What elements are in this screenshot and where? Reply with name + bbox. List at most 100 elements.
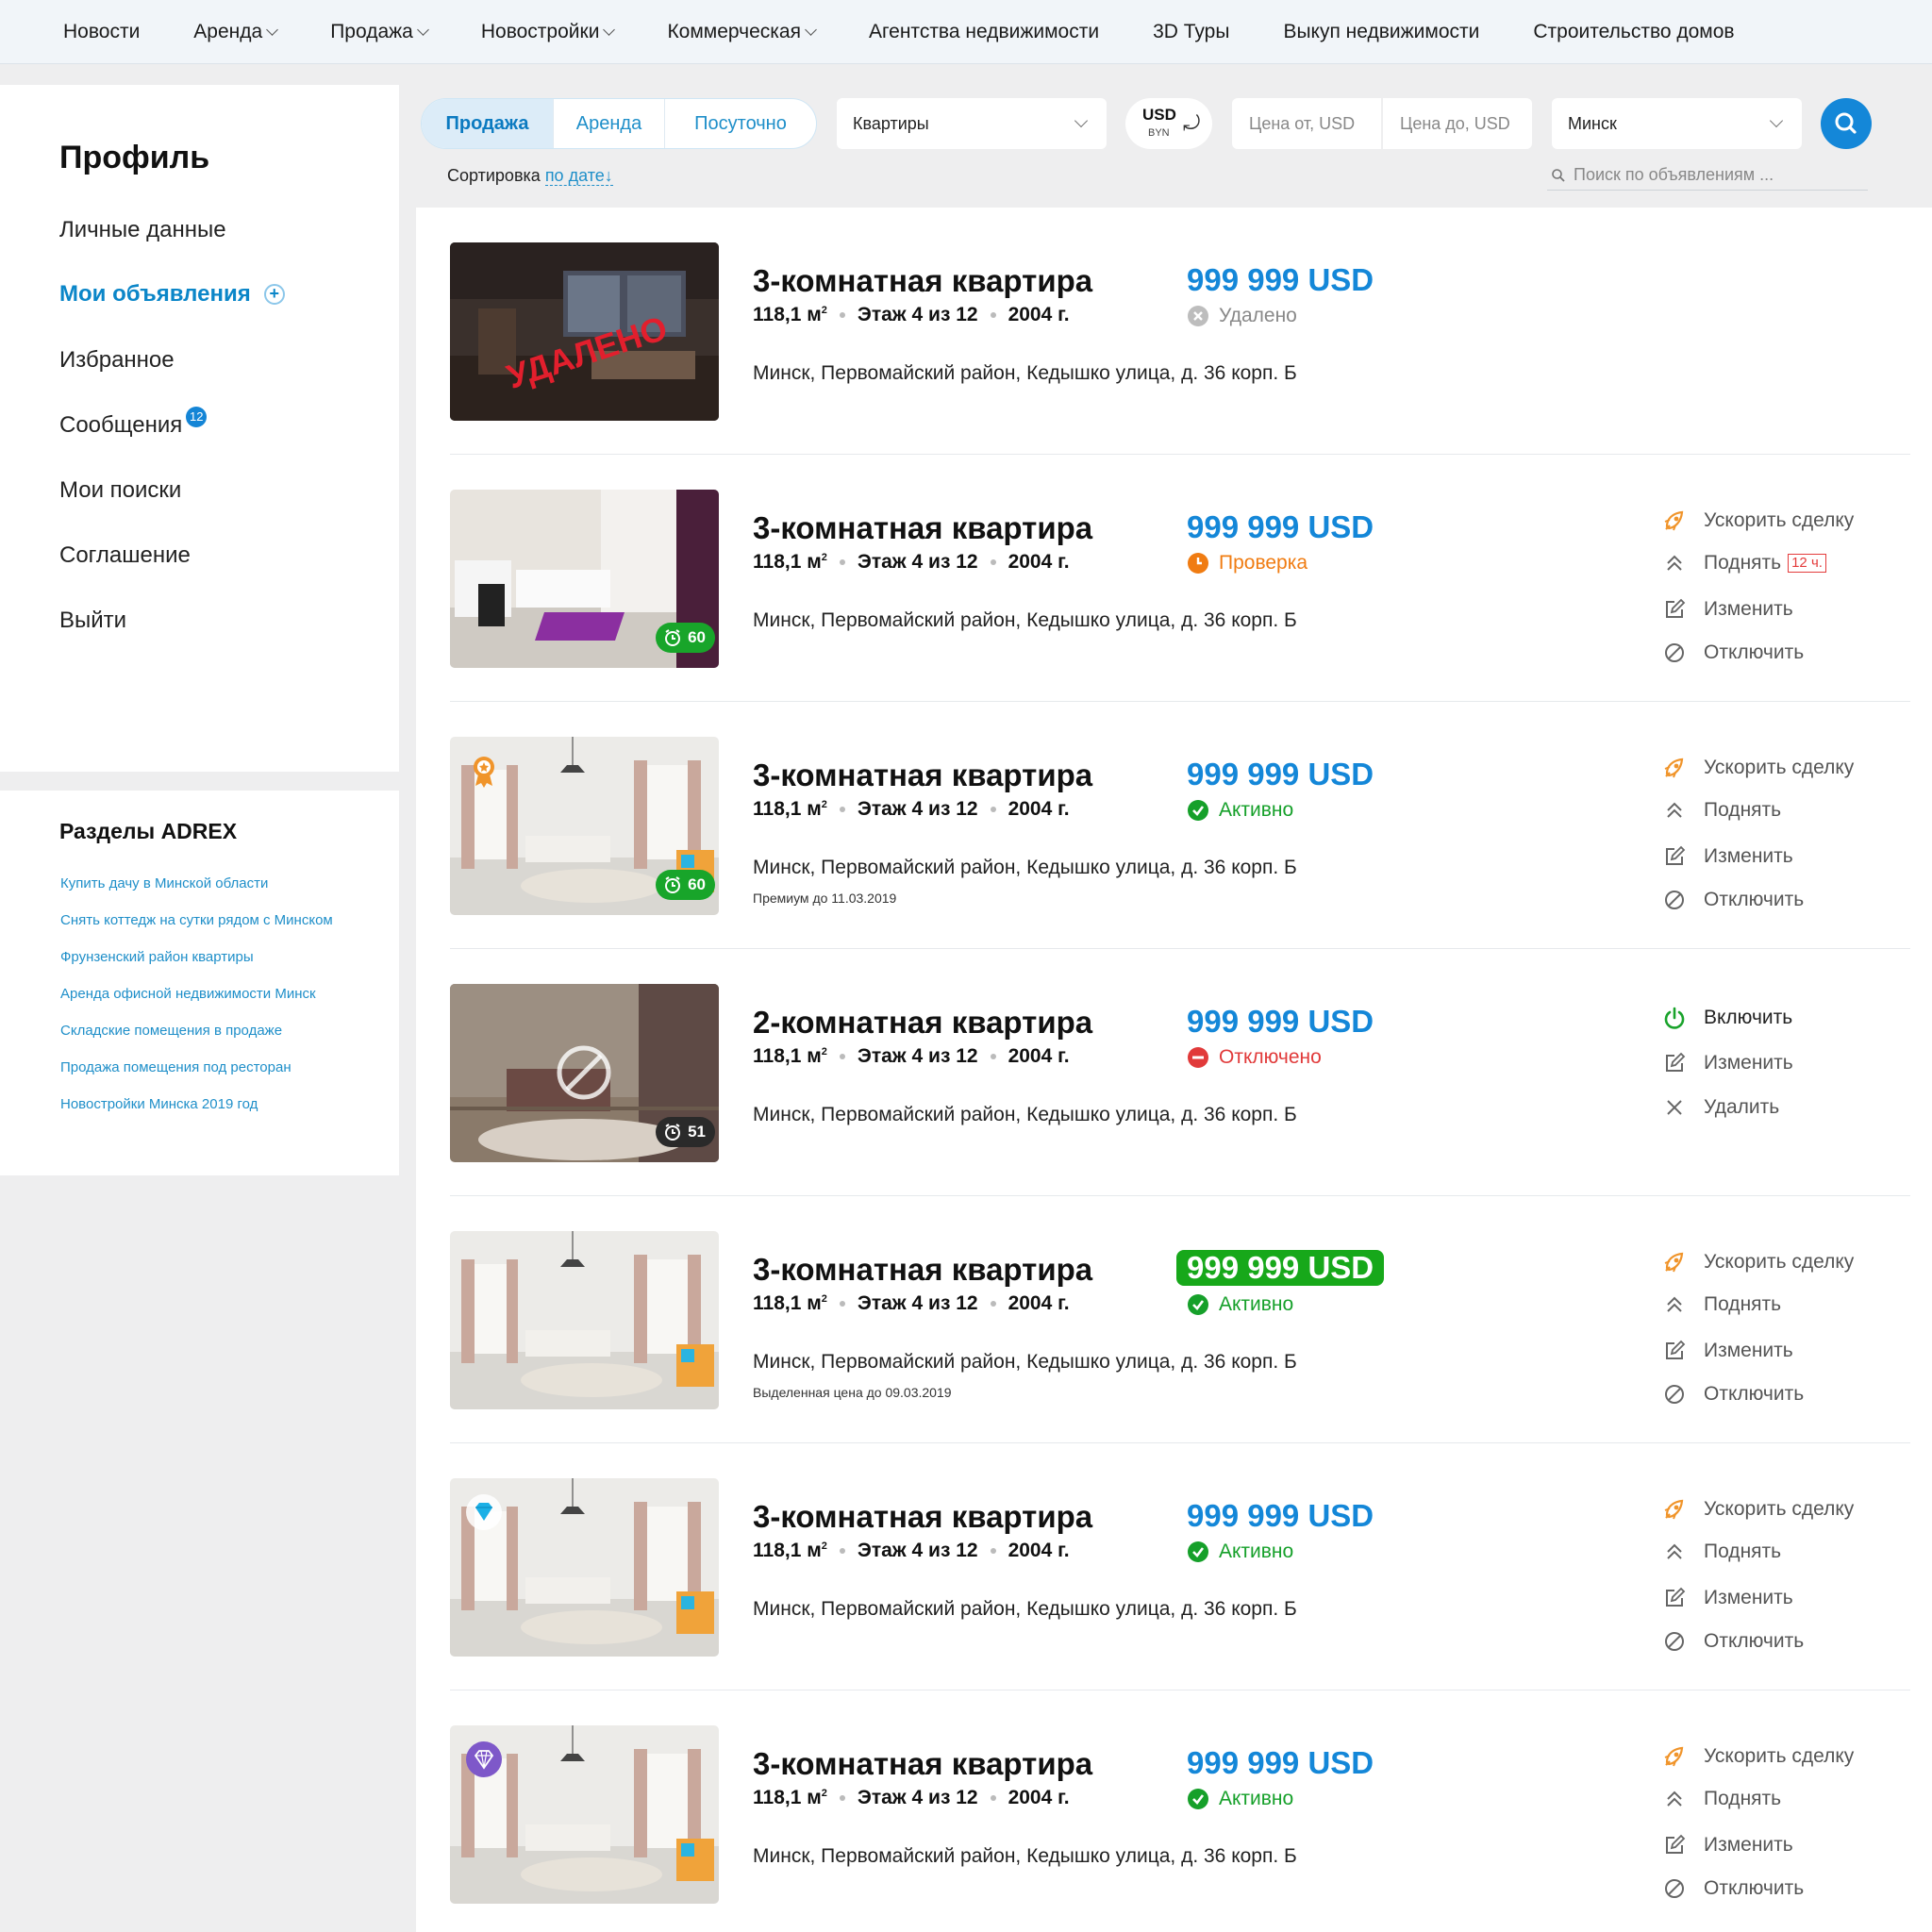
listing-photo[interactable]: 60: [450, 490, 719, 668]
property-type-select[interactable]: Квартиры: [837, 98, 1107, 149]
section-link[interactable]: Новостройки Минска 2019 год: [60, 1096, 258, 1112]
nav-item-label: Агентства недвижимости: [868, 20, 1100, 42]
listing-floor: Этаж 4 из 12: [857, 798, 978, 820]
nav-item-2[interactable]: Продажа: [330, 21, 429, 43]
action-edit[interactable]: Изменить: [1661, 595, 1793, 624]
nav-item-7[interactable]: Выкуп недвижимости: [1283, 21, 1479, 43]
sidebar-item-3[interactable]: Сообщения 12: [59, 407, 208, 439]
listing-status: Отключено: [1187, 1046, 1322, 1069]
tab-deal-0[interactable]: Продажа: [422, 99, 554, 148]
nav-item-6[interactable]: 3D Туры: [1153, 21, 1229, 43]
sort-by-date-link[interactable]: по дате↓: [544, 166, 613, 186]
sections-panel: Разделы ADREX Купить дачу в Минской обла…: [0, 791, 399, 1175]
sidebar-item-0[interactable]: Личные данные: [59, 217, 226, 243]
sidebar-item-4[interactable]: Мои поиски: [59, 477, 181, 504]
city-select[interactable]: Минск: [1552, 98, 1802, 149]
price-from-input[interactable]: Цена от, USD: [1232, 98, 1381, 149]
action-edit[interactable]: Изменить: [1661, 842, 1793, 871]
action-raise[interactable]: Поднять: [1661, 1291, 1781, 1319]
listing-year: 2004 г.: [1008, 304, 1070, 325]
action-power[interactable]: Включить: [1661, 1004, 1792, 1032]
sort-label: Сортировка: [447, 166, 541, 185]
sidebar-item-6[interactable]: Выйти: [59, 608, 126, 634]
tab-deal-1[interactable]: Аренда: [554, 99, 665, 148]
listing-photo[interactable]: 60: [450, 737, 719, 915]
action-edit[interactable]: Изменить: [1661, 1337, 1793, 1365]
listing-title[interactable]: 3-комнатная квартира: [753, 263, 1092, 299]
disable-icon: [1661, 1381, 1688, 1407]
section-link[interactable]: Купить дачу в Минской области: [60, 875, 268, 891]
listing-photo[interactable]: [450, 1231, 719, 1409]
currency-toggle[interactable]: USD BYN ⤾: [1125, 98, 1212, 149]
listing-photo[interactable]: [450, 1725, 719, 1904]
action-rocket[interactable]: Ускорить сделку: [1661, 1742, 1854, 1771]
listing-title[interactable]: 2-комнатная квартира: [753, 1005, 1092, 1041]
sidebar-item-2[interactable]: Избранное: [59, 347, 175, 374]
raise-icon: [1661, 1291, 1688, 1318]
action-disable[interactable]: Отключить: [1661, 1874, 1804, 1903]
listing-photo[interactable]: УДАЛЕНО: [450, 242, 719, 421]
action-disable[interactable]: Отключить: [1661, 1380, 1804, 1408]
section-link[interactable]: Аренда офисной недвижимости Минск: [60, 986, 316, 1002]
action-rocket[interactable]: Ускорить сделку: [1661, 1248, 1854, 1276]
action-raise[interactable]: Поднять 12 ч.: [1661, 549, 1826, 577]
action-disable[interactable]: Отключить: [1661, 886, 1804, 914]
action-edit[interactable]: Изменить: [1661, 1584, 1793, 1612]
edit-icon: [1661, 596, 1688, 623]
nav-item-3[interactable]: Новостройки: [481, 21, 616, 43]
listing-status: Активно: [1187, 1293, 1293, 1316]
listing-card: 60 3-комнатная квартира 118,1 м2 Этаж 4 из …: [416, 455, 1932, 702]
listing-title[interactable]: 3-комнатная квартира: [753, 1252, 1092, 1288]
search-button[interactable]: [1821, 98, 1872, 149]
nav-item-5[interactable]: Агентства недвижимости: [869, 21, 1099, 43]
listing-title[interactable]: 3-комнатная квартира: [753, 1499, 1092, 1535]
listing-title[interactable]: 3-комнатная квартира: [753, 758, 1092, 793]
listing-floor: Этаж 4 из 12: [857, 551, 978, 573]
action-disable[interactable]: Отключить: [1661, 639, 1804, 667]
meta-separator: [839, 1795, 845, 1801]
tab-deal-2[interactable]: Посуточно: [665, 99, 816, 148]
nav-item-label: Коммерческая: [667, 20, 801, 42]
sidebar-item-label: Соглашение: [59, 542, 191, 568]
action-raise[interactable]: Поднять: [1661, 1538, 1781, 1566]
section-link[interactable]: Продажа помещения под ресторан: [60, 1059, 291, 1075]
listing-actions: Ускорить сделку Поднять Изменить Отключить: [1661, 1690, 1932, 1932]
nav-item-8[interactable]: Строительство домов: [1533, 21, 1734, 43]
meta-separator: [839, 312, 845, 318]
listing-photo[interactable]: 51: [450, 984, 719, 1162]
profile-sidebar: Профиль Личные данные Мои объявления + Избр…: [0, 85, 399, 772]
nav-item-0[interactable]: Новости: [63, 21, 140, 43]
section-link[interactable]: Снять коттедж на сутки рядом с Минском: [60, 912, 333, 928]
meta-separator: [839, 1301, 845, 1307]
action-edit[interactable]: Изменить: [1661, 1049, 1793, 1077]
listing-photo[interactable]: [450, 1478, 719, 1657]
price-from-placeholder: Цена от, USD: [1249, 113, 1356, 133]
action-raise[interactable]: Поднять: [1661, 796, 1781, 824]
section-link[interactable]: Складские помещения в продаже: [60, 1023, 282, 1039]
action-disable[interactable]: Отключить: [1661, 1627, 1804, 1656]
listing-search-input[interactable]: Поиск по объявлениям ...: [1547, 160, 1868, 191]
action-rocket[interactable]: Ускорить сделку: [1661, 754, 1854, 782]
action-edit[interactable]: Изменить: [1661, 1831, 1793, 1859]
nav-item-label: 3D Туры: [1153, 20, 1230, 42]
action-rocket[interactable]: Ускорить сделку: [1661, 507, 1854, 535]
action-rocket[interactable]: Ускорить сделку: [1661, 1495, 1854, 1524]
listing-title[interactable]: 3-комнатная квартира: [753, 510, 1092, 546]
price-to-input[interactable]: Цена до, USD: [1383, 98, 1532, 149]
sidebar-item-1[interactable]: Мои объявления +: [59, 281, 285, 308]
listing-area-value: 118,1 м: [753, 551, 822, 573]
action-raise[interactable]: Поднять: [1661, 1785, 1781, 1813]
nav-item-4[interactable]: Коммерческая: [667, 20, 817, 43]
action-label: Поднять: [1704, 552, 1782, 574]
section-link[interactable]: Фрунзенский район квартиры: [60, 949, 254, 965]
action-close[interactable]: Удалить: [1661, 1093, 1779, 1122]
listing-area: 118,1 м2: [753, 1045, 827, 1068]
rocket-icon: [1661, 1743, 1688, 1770]
add-listing-icon[interactable]: +: [263, 284, 285, 305]
listing-meta: 118,1 м2 Этаж 4 из 12 2004 г.: [753, 1787, 1070, 1809]
listing-title[interactable]: 3-комнатная квартира: [753, 1746, 1092, 1782]
arrow-down-icon: ↓: [604, 166, 613, 185]
listing-status: Активно: [1187, 799, 1293, 822]
sidebar-item-5[interactable]: Соглашение: [59, 542, 191, 569]
nav-item-1[interactable]: Аренда: [193, 21, 279, 43]
